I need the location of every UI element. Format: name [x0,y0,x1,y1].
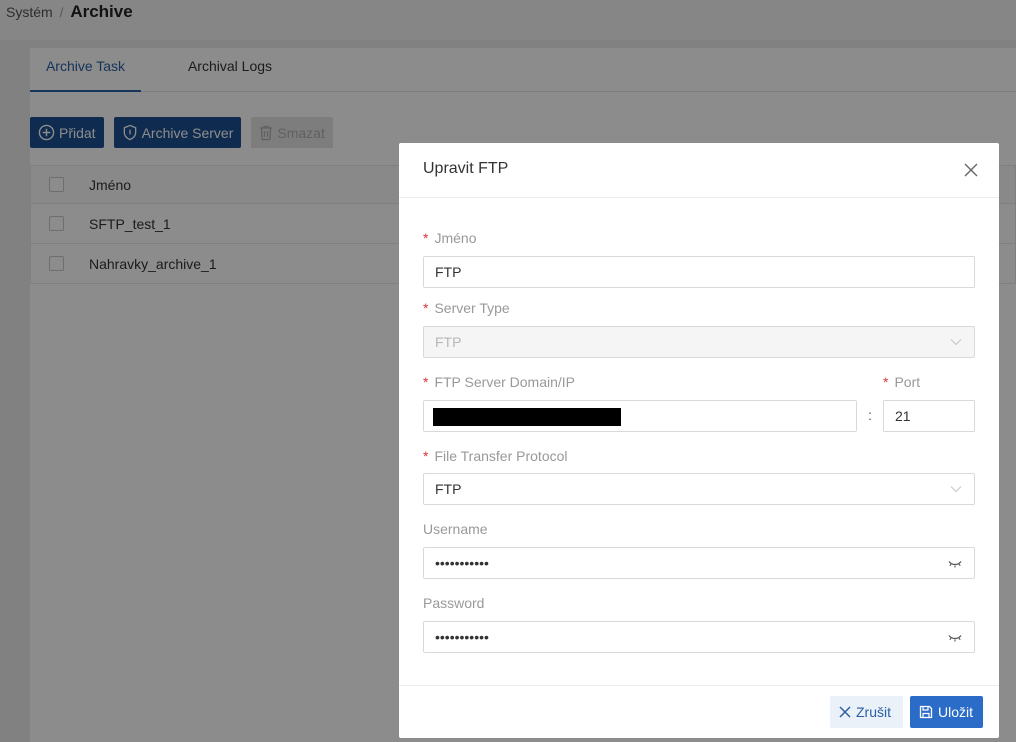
port-input-value: 21 [895,408,911,424]
protocol-select[interactable]: FTP [423,473,975,505]
edit-ftp-dialog: Upravit FTP * Jméno FTP * Server Type FTP … [399,143,999,738]
name-input-value: FTP [435,264,462,280]
redacted-value [433,408,621,426]
chevron-down-icon [950,486,962,493]
cancel-button-label: Zrušit [856,704,891,720]
protocol-label: * File Transfer Protocol [423,448,568,464]
save-button-label: Uložit [938,704,974,720]
server-type-label-text: Server Type [434,300,510,316]
eye-closed-icon[interactable] [948,559,962,569]
domain-input[interactable] [423,400,857,432]
username-label: Username [423,521,488,537]
port-separator: : [868,407,872,423]
server-type-select[interactable]: FTP [423,326,975,358]
name-label-text: Jméno [434,230,477,246]
required-marker: * [423,300,429,316]
eye-closed-icon[interactable] [948,633,962,643]
username-input-value: ••••••••••• [435,555,489,571]
password-input[interactable]: ••••••••••• [423,621,975,653]
port-label-text: Port [894,374,921,390]
domain-label-text: FTP Server Domain/IP [434,374,576,390]
domain-label: * FTP Server Domain/IP [423,374,575,390]
close-icon [839,706,851,718]
save-button[interactable]: Uložit [910,696,983,728]
save-icon [919,705,933,719]
server-type-label: * Server Type [423,300,510,316]
port-input[interactable]: 21 [883,400,975,432]
cancel-button[interactable]: Zrušit [830,696,903,728]
protocol-label-text: File Transfer Protocol [434,448,568,464]
protocol-value: FTP [435,481,462,497]
required-marker: * [883,374,889,390]
username-input[interactable]: ••••••••••• [423,547,975,579]
server-type-value: FTP [435,334,462,350]
password-label: Password [423,595,485,611]
name-input[interactable]: FTP [423,256,975,288]
chevron-down-icon [950,339,962,346]
required-marker: * [423,374,429,390]
dialog-header: Upravit FTP [399,143,999,198]
required-marker: * [423,230,429,246]
dialog-title: Upravit FTP [423,160,509,177]
close-icon[interactable] [963,162,979,178]
name-label: * Jméno [423,230,476,246]
required-marker: * [423,448,429,464]
password-input-value: ••••••••••• [435,629,489,645]
dialog-footer: Zrušit Uložit [399,685,999,738]
dialog-body: * Jméno FTP * Server Type FTP * FTP Server … [399,199,999,685]
port-label: * Port [883,374,920,390]
